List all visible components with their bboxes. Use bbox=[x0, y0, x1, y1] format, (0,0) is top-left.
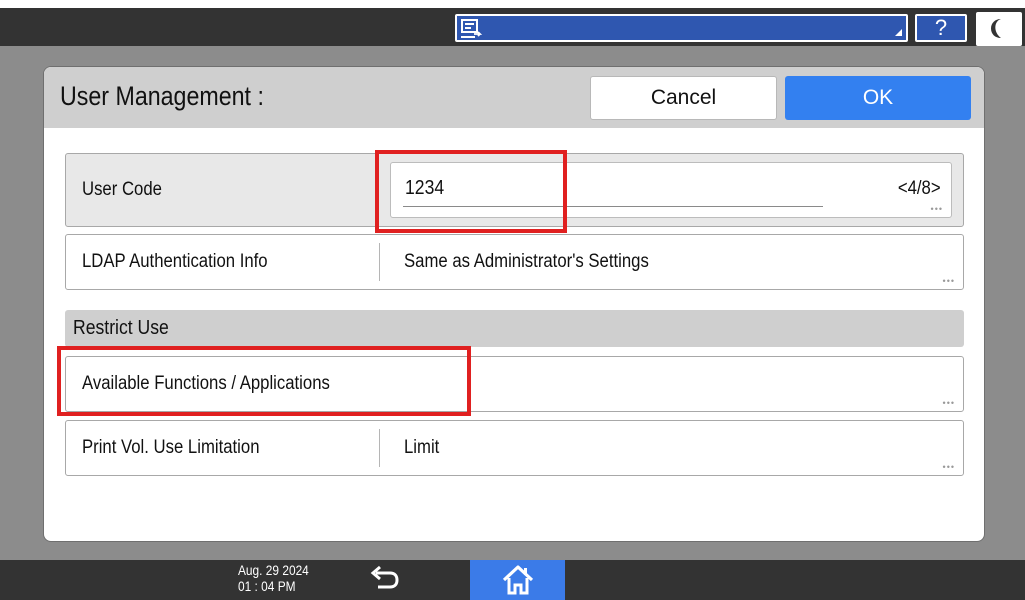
restrict-use-title: Restrict Use bbox=[73, 317, 169, 339]
ldap-authentication-row[interactable]: LDAP Authentication Info Same as Adminis… bbox=[65, 234, 964, 290]
cancel-button[interactable]: Cancel bbox=[590, 76, 777, 120]
print-volume-label: Print Vol. Use Limitation bbox=[82, 437, 260, 458]
job-list-icon bbox=[461, 19, 483, 39]
ldap-value: Same as Administrator's Settings bbox=[404, 251, 649, 272]
more-dots-icon: ••• bbox=[942, 398, 955, 408]
more-dots-icon: ••• bbox=[942, 276, 955, 286]
available-functions-label: Available Functions / Applications bbox=[82, 373, 330, 394]
input-underline bbox=[403, 206, 823, 207]
dialog-title: User Management : bbox=[60, 81, 264, 111]
energy-saver-button[interactable] bbox=[976, 12, 1022, 46]
available-functions-row[interactable]: Available Functions / Applications ••• bbox=[65, 356, 964, 412]
date-time: Aug. 29 2024 01 : 04 PM bbox=[238, 562, 309, 594]
user-code-row: User Code 1234 <4/8> ••• bbox=[65, 153, 964, 227]
character-counter: <4/8> bbox=[898, 178, 941, 199]
date-text: Aug. 29 2024 bbox=[238, 562, 309, 578]
more-dots-icon: ••• bbox=[930, 204, 943, 214]
top-bar: ? bbox=[0, 8, 1025, 46]
ok-button[interactable]: OK bbox=[785, 76, 971, 120]
restrict-use-header: Restrict Use bbox=[65, 310, 964, 347]
user-management-dialog: User Management : Cancel OK User Code 12… bbox=[43, 66, 985, 542]
home-button[interactable] bbox=[470, 560, 565, 600]
back-button[interactable] bbox=[364, 562, 404, 598]
print-volume-limitation-row[interactable]: Print Vol. Use Limitation Limit ••• bbox=[65, 420, 964, 476]
row-divider bbox=[379, 243, 380, 281]
time-text: 01 : 04 PM bbox=[238, 578, 296, 594]
help-button[interactable]: ? bbox=[915, 14, 967, 42]
bottom-bar: Aug. 29 2024 01 : 04 PM bbox=[0, 560, 1025, 600]
job-status-button[interactable] bbox=[455, 14, 908, 42]
user-code-input[interactable]: 1234 <4/8> ••• bbox=[390, 162, 952, 218]
corner-triangle-icon bbox=[895, 29, 902, 36]
user-code-label: User Code bbox=[82, 179, 162, 200]
user-code-value: 1234 bbox=[405, 177, 445, 199]
more-dots-icon: ••• bbox=[942, 462, 955, 472]
home-icon bbox=[502, 565, 534, 595]
moon-icon bbox=[991, 19, 1001, 38]
row-divider bbox=[379, 429, 380, 467]
back-arrow-icon bbox=[370, 565, 399, 589]
dialog-header: User Management : Cancel OK bbox=[44, 67, 984, 128]
ldap-label: LDAP Authentication Info bbox=[82, 251, 268, 272]
print-volume-value: Limit bbox=[404, 437, 440, 458]
